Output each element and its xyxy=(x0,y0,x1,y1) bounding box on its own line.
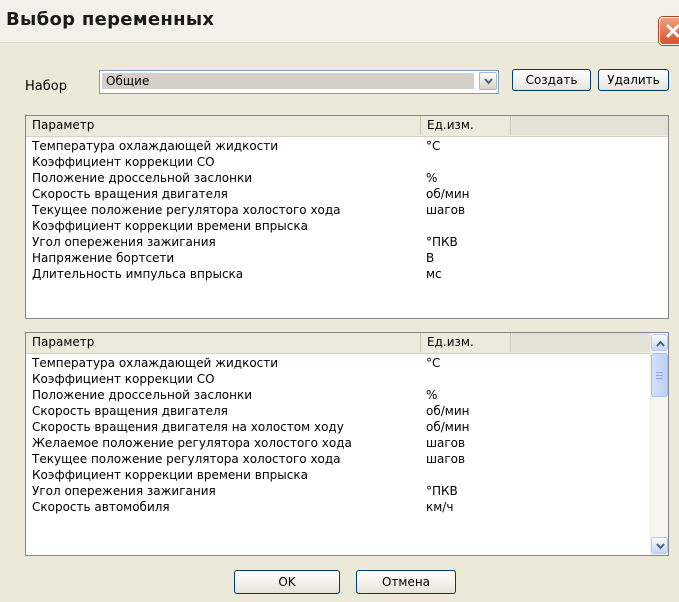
close-icon xyxy=(666,24,679,38)
table-header: Параметр Ед.изм. xyxy=(26,116,668,137)
set-select-value: Общие xyxy=(102,73,474,89)
column-header-parameter[interactable]: Параметр xyxy=(26,333,421,352)
scroll-thumb[interactable] xyxy=(651,353,668,397)
selected-variables-table[interactable]: Параметр Ед.изм. Температура охлаждающей… xyxy=(25,115,669,319)
close-button[interactable] xyxy=(659,17,679,45)
column-header-parameter[interactable]: Параметр xyxy=(26,116,421,135)
set-select[interactable]: Общие xyxy=(99,70,499,94)
cancel-button[interactable]: Отмена xyxy=(356,570,456,594)
chevron-down-icon xyxy=(656,543,665,550)
create-button[interactable]: Создать xyxy=(512,69,591,91)
scroll-down-button[interactable] xyxy=(651,537,668,554)
set-select-dropdown-button[interactable] xyxy=(479,72,497,90)
column-header-unit[interactable]: Ед.изм. xyxy=(421,333,511,352)
chevron-down-icon xyxy=(484,78,493,85)
ok-button[interactable]: OK xyxy=(234,570,340,594)
table-header: Параметр Ед.изм. xyxy=(26,333,668,354)
set-label: Набор xyxy=(25,79,67,94)
available-variables-table[interactable]: Параметр Ед.изм. Температура охлаждающей… xyxy=(25,332,669,556)
window-title: Выбор переменных xyxy=(6,9,215,30)
scroll-up-button[interactable] xyxy=(651,334,668,351)
delete-button[interactable]: Удалить xyxy=(598,69,669,91)
title-bar[interactable]: Выбор переменных xyxy=(0,0,679,45)
vertical-scrollbar[interactable] xyxy=(650,333,668,555)
chevron-up-icon xyxy=(656,340,665,347)
column-header-unit[interactable]: Ед.изм. xyxy=(421,116,511,135)
